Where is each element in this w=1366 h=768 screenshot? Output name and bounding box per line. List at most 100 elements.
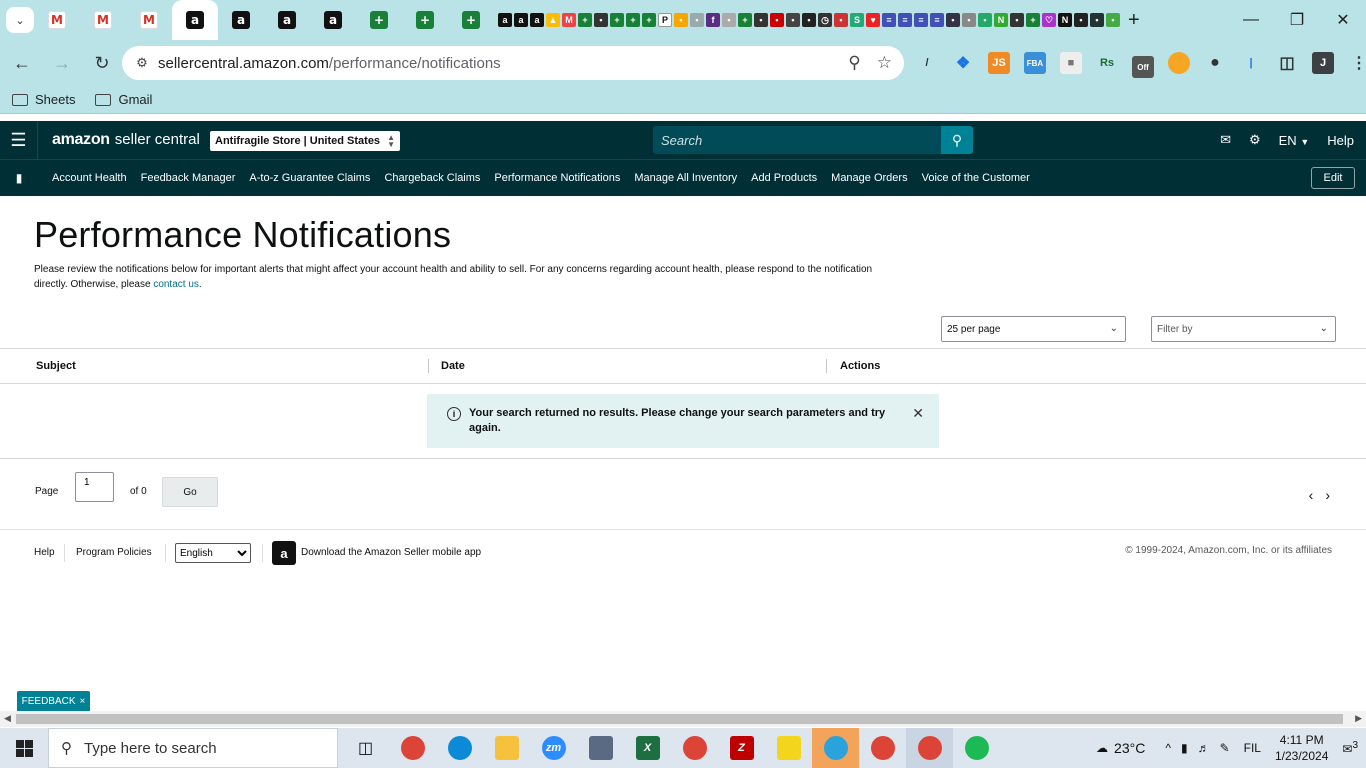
download-app-link[interactable]: Download the Amazon Seller mobile app <box>301 547 481 558</box>
edge-icon[interactable] <box>436 728 483 768</box>
weather-temp[interactable]: 23°C <box>1114 740 1145 756</box>
close-icon[interactable]: ✕ <box>1320 0 1366 40</box>
zoom-app-icon[interactable]: zm <box>530 728 577 768</box>
volume-icon[interactable]: ♬ <box>1198 741 1210 755</box>
help-link[interactable]: Help <box>1327 133 1354 148</box>
zoom-icon[interactable]: ⚲ <box>848 53 860 73</box>
taskbar-search[interactable]: ⚲ Type here to search <box>48 728 338 768</box>
nav-a-to-z-claims[interactable]: A-to-z Guarantee Claims <box>249 172 370 184</box>
scroll-right-icon[interactable]: ▶ <box>1355 713 1362 724</box>
scroll-left-icon[interactable]: ◀ <box>4 713 11 724</box>
restore-icon[interactable]: ❐ <box>1274 0 1320 40</box>
chevron-right-icon[interactable]: › <box>1325 487 1330 503</box>
chrome-icon[interactable] <box>389 728 436 768</box>
scrollbar-thumb[interactable] <box>16 714 1343 724</box>
site-info-icon[interactable]: ⚙ <box>130 51 154 75</box>
browser-tab[interactable]: + <box>402 0 448 40</box>
feedback-button[interactable]: FEEDBACK × <box>17 691 90 711</box>
chrome-icon[interactable] <box>859 728 906 768</box>
edit-nav-button[interactable]: Edit <box>1311 167 1355 189</box>
extension-icon[interactable] <box>1168 52 1190 74</box>
gear-icon[interactable]: ⚙ <box>1249 132 1261 148</box>
extension-icon[interactable]: ❖ <box>952 52 974 74</box>
bookmark-sheets[interactable]: Sheets <box>12 92 75 107</box>
close-icon[interactable]: × <box>80 696 86 707</box>
browser-tab[interactable]: M <box>126 0 172 40</box>
spotify-icon[interactable] <box>953 728 1000 768</box>
search-input[interactable] <box>661 132 931 148</box>
weather-icon[interactable]: ☁ <box>1096 741 1108 755</box>
chrome-icon[interactable] <box>906 728 953 768</box>
page-number-input[interactable] <box>75 472 114 502</box>
new-tab-button[interactable]: + <box>1128 9 1140 32</box>
address-bar[interactable]: ⚙ sellercentral.amazon.com/performance/n… <box>122 46 904 80</box>
program-policies-link[interactable]: Program Policies <box>76 547 152 558</box>
nav-chargeback-claims[interactable]: Chargeback Claims <box>384 172 480 184</box>
filezilla-icon[interactable]: Z <box>718 728 765 768</box>
file-explorer-icon[interactable] <box>483 728 530 768</box>
battery-icon[interactable]: ▮ <box>1181 741 1188 755</box>
chevron-left-icon[interactable]: ‹ <box>1309 487 1314 503</box>
extension-js-icon[interactable]: JS <box>988 52 1010 74</box>
notifications-icon[interactable]: ✉3 <box>1342 740 1358 756</box>
column-date[interactable]: Date <box>441 360 465 372</box>
pen-icon[interactable]: ✎ <box>1220 741 1230 755</box>
excel-icon[interactable]: X <box>624 728 671 768</box>
seller-central-logo[interactable]: amazon seller central <box>52 131 200 149</box>
browser-tab[interactable]: a <box>218 0 264 40</box>
search-icon[interactable]: ⚲ <box>941 126 973 154</box>
nav-manage-all-inventory[interactable]: Manage All Inventory <box>634 172 737 184</box>
chevron-up-icon[interactable]: ^ <box>1165 741 1171 755</box>
nav-add-products[interactable]: Add Products <box>751 172 817 184</box>
nav-feedback-manager[interactable]: Feedback Manager <box>141 172 236 184</box>
column-subject[interactable]: Subject <box>36 360 76 372</box>
start-button[interactable] <box>0 728 48 768</box>
bookmark-icon[interactable]: ▮ <box>0 171 38 185</box>
telegram-icon[interactable] <box>812 728 859 768</box>
footer-help-link[interactable]: Help <box>34 547 55 558</box>
browser-tab[interactable]: a <box>264 0 310 40</box>
filter-select[interactable]: Filter by ⌄ <box>1151 316 1336 342</box>
tab-search-dropdown-icon[interactable]: ⌄ <box>6 7 34 33</box>
task-view-icon[interactable]: ◫ <box>342 728 389 768</box>
close-icon[interactable]: ✕ <box>912 405 924 422</box>
extensions-puzzle-icon[interactable]: ● <box>1204 52 1226 74</box>
seller-app-icon[interactable]: a <box>272 541 296 565</box>
back-icon[interactable]: ← <box>4 45 40 81</box>
language-selector[interactable]: EN ▼ <box>1279 133 1310 148</box>
chrome-icon[interactable] <box>671 728 718 768</box>
mail-icon[interactable]: ✉ <box>1220 132 1231 148</box>
nav-manage-orders[interactable]: Manage Orders <box>831 172 907 184</box>
per-page-select[interactable]: 25 per page ⌄ <box>941 316 1126 342</box>
calculator-icon[interactable] <box>577 728 624 768</box>
bookmark-gmail[interactable]: Gmail <box>95 92 152 107</box>
forward-icon[interactable]: → <box>44 45 80 81</box>
browser-tab-active[interactable]: a <box>172 0 218 40</box>
extension-rs-icon[interactable]: Rs <box>1096 52 1118 74</box>
clock[interactable]: 4:11 PM 1/23/2024 <box>1275 732 1328 764</box>
browser-tab[interactable]: + <box>448 0 494 40</box>
browser-tab[interactable]: + <box>356 0 402 40</box>
go-button[interactable]: Go <box>162 477 218 507</box>
browser-tab[interactable]: a <box>310 0 356 40</box>
profile-avatar[interactable]: J <box>1312 52 1334 74</box>
minimize-icon[interactable]: — <box>1228 0 1274 40</box>
side-panel-icon[interactable]: ◫ <box>1276 52 1298 74</box>
nav-performance-notifications[interactable]: Performance Notifications <box>494 172 620 184</box>
reload-icon[interactable]: ↻ <box>84 45 120 81</box>
nav-voice-of-customer[interactable]: Voice of the Customer <box>922 172 1030 184</box>
browser-tab[interactable]: M <box>80 0 126 40</box>
extension-fba-icon[interactable]: FBA <box>1024 52 1046 74</box>
pinned-tab-strip[interactable]: a a a ▲ M + • + + + P • • f • + • • • • … <box>498 13 1120 27</box>
contact-us-link[interactable]: contact us <box>153 279 199 290</box>
store-selector[interactable]: Antifragile Store | United States ▲ ▼ <box>210 131 400 151</box>
extension-icon[interactable]: ■ <box>1060 52 1082 74</box>
nav-account-health[interactable]: Account Health <box>52 172 127 184</box>
bookmark-star-icon[interactable]: ☆ <box>877 53 892 73</box>
sticky-notes-icon[interactable] <box>765 728 812 768</box>
hamburger-menu-icon[interactable]: ☰ <box>0 121 38 159</box>
extension-icon[interactable]: / <box>916 52 938 74</box>
kebab-menu-icon[interactable]: ⋮ <box>1348 52 1366 74</box>
extension-off-icon[interactable]: Off <box>1132 56 1154 78</box>
input-language[interactable]: FIL <box>1244 741 1261 755</box>
